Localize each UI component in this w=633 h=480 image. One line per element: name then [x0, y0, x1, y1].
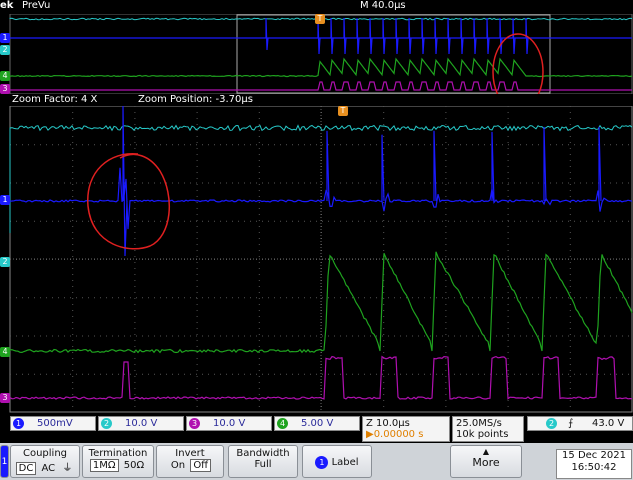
brand-logo: ek: [0, 0, 14, 11]
coupling-dc[interactable]: DC: [15, 462, 37, 475]
bandwidth-button[interactable]: Bandwidth Full: [228, 445, 298, 478]
zoomed-waveform-window[interactable]: [0, 106, 633, 413]
coupling-gnd-icon[interactable]: ⏚: [60, 459, 74, 474]
more-button[interactable]: ▲ More: [450, 445, 522, 478]
zoom-position: Zoom Position: -3.70µs: [138, 94, 253, 105]
ch4-readout[interactable]: 4 5.00 V: [274, 416, 360, 431]
preview-trigger-marker: T: [315, 14, 325, 24]
readout-bar: 1 500mV 2 10.0 V 3 10.0 V 4 5.00 V Z 10.…: [0, 413, 633, 443]
zoom-trigger-marker: T: [338, 106, 348, 116]
clock-time: 16:50:42: [571, 462, 617, 473]
menu-channel-badge: 1: [0, 445, 9, 478]
coupling-ac[interactable]: AC: [40, 463, 58, 474]
trigger-edge-icon: ⨍: [568, 418, 574, 429]
preview-ch2-marker[interactable]: 2: [0, 45, 10, 55]
preview-ch1-marker[interactable]: 1: [0, 33, 10, 43]
acquisition-mode: PreVu: [22, 0, 51, 11]
main-timebase: M 40.0µs: [360, 0, 406, 11]
zoom-ch4-marker[interactable]: 4: [0, 347, 10, 357]
ch1-readout[interactable]: 1 500mV: [10, 416, 96, 431]
preview-ch3-marker[interactable]: 3: [0, 84, 10, 94]
clock: 15 Dec 2021 16:50:42: [556, 449, 632, 479]
termination-button[interactable]: Termination 1MΩ 50Ω: [82, 445, 154, 478]
zoom-info-bar: Zoom Factor: 4 X Zoom Position: -3.70µs: [0, 94, 633, 106]
ch2-readout[interactable]: 2 10.0 V: [98, 416, 184, 431]
clock-date: 15 Dec 2021: [562, 450, 626, 461]
invert-button[interactable]: Invert On Off: [156, 445, 224, 478]
label-button[interactable]: 1 Label: [302, 445, 372, 478]
preview-ch4-marker[interactable]: 4: [0, 71, 10, 81]
overview-waveform-window[interactable]: [0, 14, 633, 94]
zoom-ch2-marker[interactable]: 2: [0, 257, 10, 267]
termination-50[interactable]: 50Ω: [122, 460, 146, 471]
more-up-arrow-icon: ▲: [482, 447, 490, 456]
coupling-button[interactable]: Coupling DC AC ⏚: [10, 445, 80, 478]
trigger-readout[interactable]: 2 ⨍ 43.0 V: [527, 416, 633, 431]
termination-1m[interactable]: 1MΩ: [89, 459, 119, 472]
invert-on[interactable]: On: [169, 460, 187, 471]
zoom-timebase-readout[interactable]: Z 10.0µs ▶0.00000 s: [362, 416, 450, 442]
zoom-ch1-marker[interactable]: 1: [0, 195, 10, 205]
top-status-bar: ek PreVu M 40.0µs: [0, 0, 633, 14]
zoom-ch3-marker[interactable]: 3: [0, 393, 10, 403]
zoom-factor: Zoom Factor: 4 X: [12, 94, 98, 105]
invert-off[interactable]: Off: [190, 459, 212, 472]
acquisition-readout[interactable]: 25.0MS/s 10k points: [452, 416, 524, 442]
softkey-menu: 1 Coupling DC AC ⏚ Termination 1MΩ 50Ω I…: [0, 443, 633, 480]
ch3-readout[interactable]: 3 10.0 V: [186, 416, 272, 431]
